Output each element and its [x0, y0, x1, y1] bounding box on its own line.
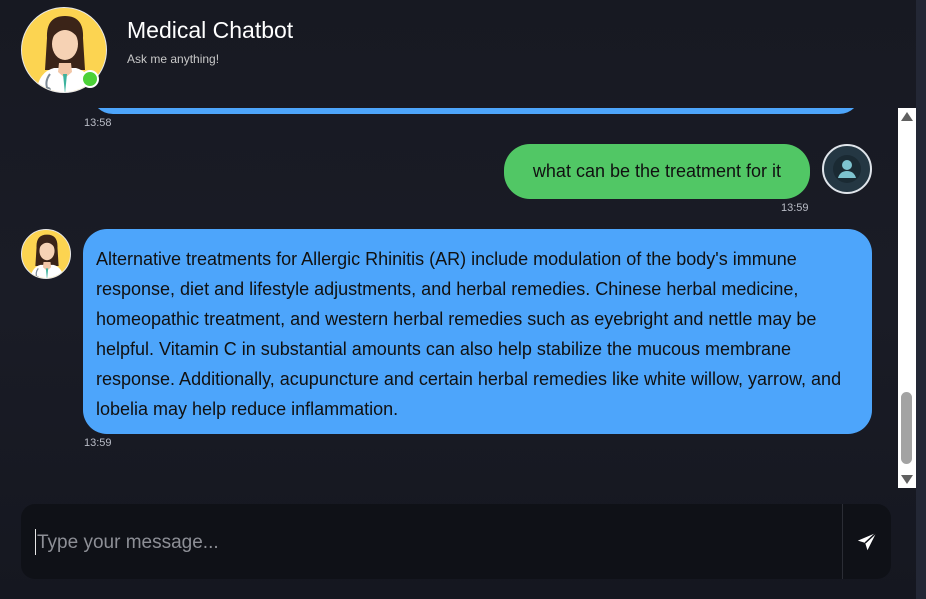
bot-message-bubble: Alternative treatments for Allergic Rhin… — [83, 229, 872, 434]
user-message-bubble: what can be the treatment for it — [504, 144, 810, 199]
user-avatar — [822, 144, 872, 194]
message-timestamp: 13:58 — [84, 117, 112, 129]
send-icon — [857, 531, 877, 550]
messages-scrollbar[interactable] — [898, 108, 916, 488]
window-edge — [916, 0, 926, 599]
message-list: 13:58 what can be the treatment for it 1… — [0, 108, 898, 488]
chat-title: Medical Chatbot — [127, 17, 294, 43]
chat-subtitle: Ask me anything! — [127, 52, 220, 66]
send-button[interactable] — [843, 504, 891, 579]
bot-message-bubble — [91, 108, 861, 114]
scroll-up-arrow-icon[interactable] — [901, 112, 913, 121]
scroll-down-arrow-icon[interactable] — [901, 475, 913, 484]
online-status-dot — [81, 70, 99, 88]
user-message-text: what can be the treatment for it — [532, 161, 782, 181]
message-timestamp: 13:59 — [84, 437, 112, 449]
bot-message-text: Alternative treatments for Allergic Rhin… — [96, 249, 842, 419]
user-icon — [833, 155, 861, 183]
bot-avatar — [21, 229, 71, 279]
text-caret — [35, 529, 36, 555]
message-input[interactable] — [35, 523, 839, 563]
scrollbar-thumb[interactable] — [901, 392, 912, 464]
message-timestamp: 13:59 — [781, 202, 809, 214]
chat-header: Medical Chatbot Ask me anything! — [0, 0, 916, 105]
message-composer — [21, 504, 891, 579]
